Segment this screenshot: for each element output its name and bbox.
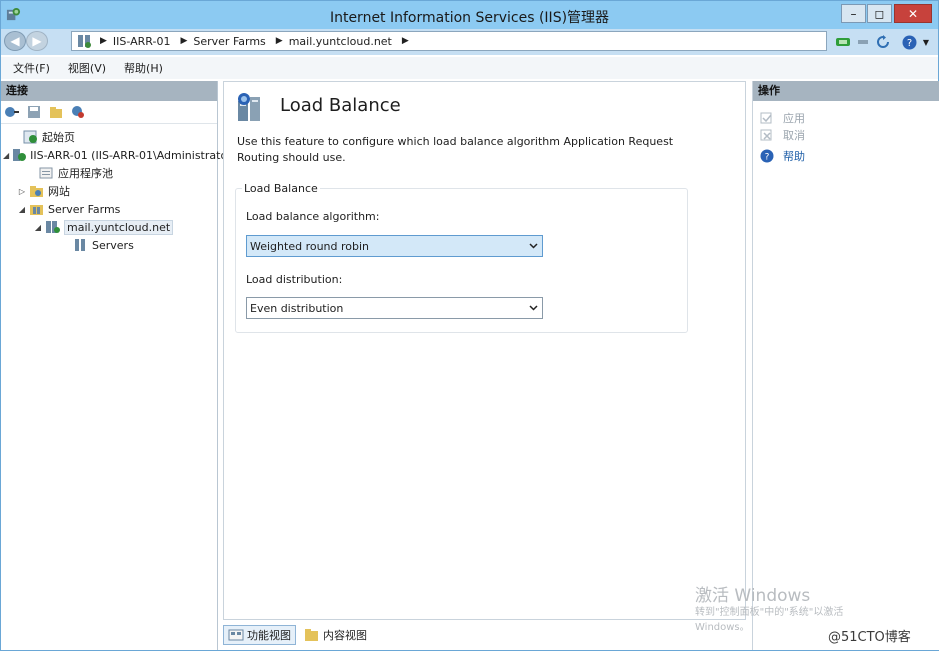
tree-label: IIS-ARR-01 (IIS-ARR-01\Administrator): [30, 148, 236, 162]
connections-tree: 起始页 ◢ IIS-ARR-01 (IIS-ARR-01\Administrat…: [1, 124, 236, 254]
navigation-bar: ◀ ▶ ▶ IIS-ARR-01 ▶ Server Farms ▶ mail.y…: [1, 29, 938, 55]
chevron-down-icon[interactable]: ▼: [918, 34, 934, 50]
refresh-icon[interactable]: [875, 34, 891, 50]
blog-watermark: @51CTO博客: [828, 630, 911, 645]
tree-label: 应用程序池: [58, 167, 113, 180]
tree-node-server-farms[interactable]: ◢ Server Farms: [1, 200, 217, 218]
menu-view[interactable]: 视图(V): [68, 60, 106, 76]
tree-node-app-pools[interactable]: 应用程序池: [1, 164, 217, 182]
breadcrumb-server[interactable]: IIS-ARR-01: [113, 35, 171, 48]
svg-text:?: ?: [765, 152, 770, 162]
arrow-left-icon: ◀: [10, 34, 20, 48]
load-balance-icon: [238, 93, 260, 121]
content-view-icon: [305, 629, 318, 641]
apply-label: 应用: [783, 111, 805, 125]
breadcrumb-farm[interactable]: mail.yuntcloud.net: [289, 35, 392, 48]
server-icon: [13, 149, 27, 161]
collapse-arrow-icon[interactable]: ◢: [3, 151, 9, 160]
sites-folder-icon: [30, 186, 43, 197]
back-button[interactable]: ◀: [4, 31, 26, 51]
delete-connection-icon[interactable]: [70, 104, 86, 120]
algorithm-value: Weighted round robin: [250, 239, 370, 253]
minimize-button[interactable]: –: [841, 4, 866, 23]
tree-label: Server Farms: [48, 202, 121, 216]
chevron-right-icon: ▶: [275, 36, 283, 46]
feature-pane: Load Balance Use this feature to configu…: [223, 81, 746, 620]
feature-description: Use this feature to configure which load…: [237, 135, 674, 164]
tree-node-farm-selected[interactable]: ◢ mail.yuntcloud.net: [1, 218, 217, 236]
help-icon[interactable]: ?: [901, 34, 917, 50]
server-farm-icon: [78, 35, 91, 48]
server-farms-icon: [30, 205, 43, 215]
apply-icon: [760, 112, 772, 123]
address-bar[interactable]: ▶ IIS-ARR-01 ▶ Server Farms ▶ mail.yuntc…: [71, 31, 827, 51]
cancel-action[interactable]: 取消: [753, 126, 939, 143]
tree-node-sites[interactable]: ▷ 网站: [1, 182, 217, 200]
algorithm-label: Load balance algorithm:: [246, 210, 380, 223]
tree-label: 起始页: [42, 131, 75, 144]
tree-label: 网站: [48, 185, 70, 198]
tab-label: 功能视图: [247, 629, 291, 642]
help-icon: ?: [760, 149, 774, 162]
window-title: Internet Information Services (IIS)管理器: [329, 10, 610, 26]
maximize-button[interactable]: ◻: [867, 4, 892, 23]
tree-node-start-page[interactable]: 起始页: [1, 128, 217, 146]
menu-file[interactable]: 文件(F): [13, 60, 50, 76]
connections-panel: 连接 起始页 ◢ IIS-ARR-01 (IIS-ARR-01\Administ…: [1, 81, 236, 650]
expand-arrow-icon[interactable]: ▷: [17, 187, 27, 196]
help-action[interactable]: ? 帮助: [753, 147, 939, 164]
activate-windows-title: 激活 Windows: [695, 586, 811, 606]
chevron-right-icon: ▶: [100, 36, 107, 46]
menu-bar: 文件(F) 视图(V) 帮助(H): [1, 57, 938, 79]
load-balance-group: Load Balance Load balance algorithm: Wei…: [235, 182, 688, 333]
help-label: 帮助: [783, 149, 805, 163]
actions-panel: 操作 应用 取消 ? 帮助: [752, 81, 939, 650]
breadcrumb-server-farms[interactable]: Server Farms: [193, 35, 265, 48]
distribution-label: Load distribution:: [246, 273, 343, 286]
algorithm-select[interactable]: Weighted round robin: [246, 235, 543, 257]
stop-icon[interactable]: [855, 34, 871, 50]
collapse-arrow-icon[interactable]: ◢: [33, 223, 43, 232]
up-level-icon[interactable]: [48, 104, 64, 120]
tree-node-server[interactable]: ◢ IIS-ARR-01 (IIS-ARR-01\Administrator): [1, 146, 236, 164]
tree-node-servers[interactable]: Servers: [1, 236, 217, 254]
collapse-arrow-icon[interactable]: ◢: [17, 205, 27, 214]
tree-label: Servers: [92, 238, 134, 252]
cancel-icon: [760, 129, 772, 140]
connections-toolbar: [1, 101, 217, 124]
connections-header: 连接: [1, 81, 217, 101]
iis-manager-window: Internet Information Services (IIS)管理器 –…: [0, 0, 939, 651]
distribution-value: Even distribution: [250, 301, 344, 315]
actions-header: 操作: [753, 81, 939, 101]
menu-help[interactable]: 帮助(H): [124, 60, 163, 76]
tab-features-view[interactable]: 功能视图: [223, 625, 296, 645]
save-icon[interactable]: [26, 104, 42, 120]
chevron-right-icon[interactable]: ▶: [402, 36, 409, 46]
chevron-down-icon: [529, 243, 538, 249]
servers-icon: [75, 239, 85, 251]
distribution-select[interactable]: Even distribution: [246, 297, 543, 319]
connect-icon[interactable]: [835, 34, 851, 50]
start-page-icon: [23, 130, 37, 144]
tree-label: mail.yuntcloud.net: [64, 219, 174, 235]
server-farm-icon: [46, 221, 60, 233]
group-title: Load Balance: [242, 182, 320, 195]
title-bar: Internet Information Services (IIS)管理器 –…: [1, 1, 938, 29]
view-tabs: 功能视图 内容视图: [223, 623, 746, 647]
chevron-down-icon: [529, 305, 538, 311]
page-title: Load Balance: [280, 95, 401, 116]
apply-action[interactable]: 应用: [753, 109, 939, 126]
arrow-right-icon: ▶: [32, 34, 42, 48]
app-pool-icon: [39, 167, 53, 179]
tab-label: 内容视图: [323, 629, 367, 642]
chevron-right-icon: ▶: [180, 36, 188, 46]
forward-button[interactable]: ▶: [26, 31, 48, 51]
svg-text:?: ?: [906, 38, 911, 49]
features-view-icon: [228, 629, 244, 641]
cancel-label: 取消: [783, 128, 805, 142]
close-button[interactable]: ✕: [894, 4, 932, 23]
tab-content-view[interactable]: 内容视图: [300, 625, 371, 645]
create-connection-icon[interactable]: [4, 104, 20, 120]
